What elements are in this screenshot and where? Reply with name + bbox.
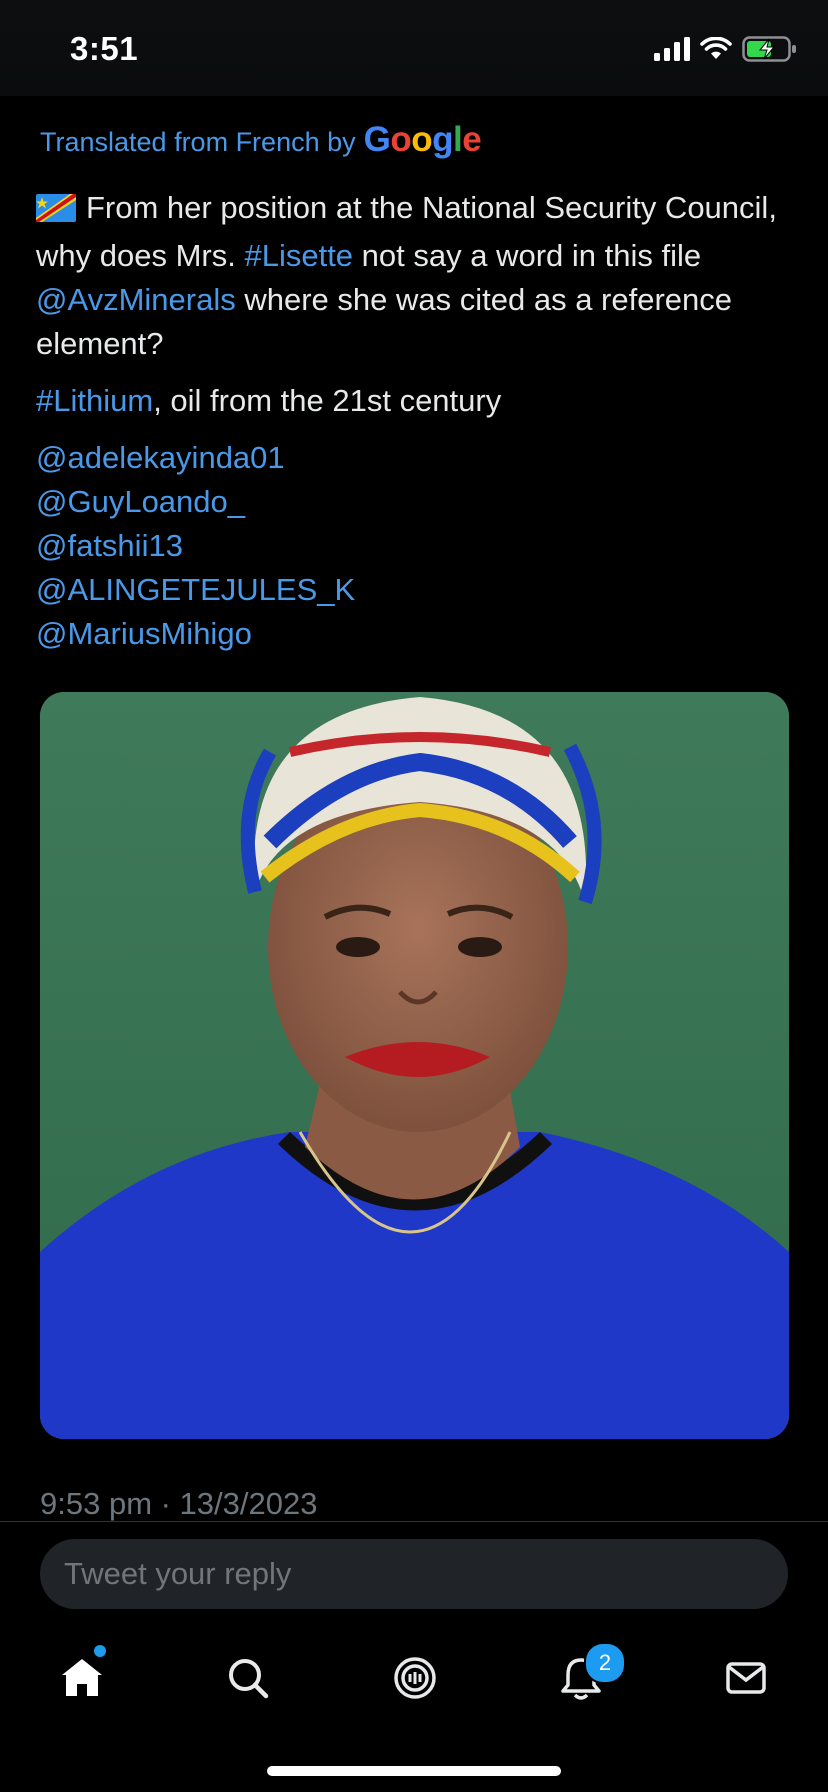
tweet-timestamp: 9:53 pm · 13/3/2023	[40, 1486, 318, 1521]
search-icon	[229, 1659, 269, 1699]
mention-link[interactable]: @MariusMihigo	[36, 612, 796, 656]
bottom-tab-bar	[0, 1630, 828, 1720]
tweet-text: From her position at the National Securi…	[36, 186, 796, 656]
hashtag-lithium-link[interactable]: #Lithium	[36, 383, 153, 418]
divider	[0, 1521, 828, 1522]
mention-link[interactable]: @fatshii13	[36, 524, 796, 568]
tab-search[interactable]	[218, 1648, 278, 1708]
spaces-icon	[394, 1657, 436, 1699]
hashtag-lisette-link[interactable]: #Lisette	[244, 238, 353, 273]
mention-link[interactable]: @GuyLoando_	[36, 480, 796, 524]
portrait-illustration	[40, 692, 789, 1439]
drc-flag-icon	[36, 190, 76, 234]
notifications-badge: 2	[584, 1642, 626, 1684]
tab-messages[interactable]	[716, 1648, 776, 1708]
tweet-photo[interactable]	[40, 692, 789, 1439]
translation-attribution[interactable]: Translated from French by Google	[40, 120, 482, 160]
messages-icon	[726, 1662, 766, 1694]
mention-link[interactable]: @adelekayinda01	[36, 436, 796, 480]
status-time: 3:51	[70, 30, 139, 67]
status-bar: 3:51	[0, 0, 828, 96]
home-indicator[interactable]	[267, 1766, 561, 1776]
signal-icon	[654, 37, 690, 61]
google-logo: Google	[363, 120, 482, 159]
mention-list: @adelekayinda01 @GuyLoando_ @fatshii13 @…	[36, 436, 796, 656]
home-icon	[62, 1659, 102, 1696]
tab-home[interactable]	[52, 1648, 112, 1708]
reply-placeholder: Tweet your reply	[64, 1556, 292, 1591]
wifi-icon	[700, 37, 732, 59]
mention-link[interactable]: @ALINGETEJULES_K	[36, 568, 796, 612]
home-unread-dot	[94, 1645, 106, 1657]
tab-spaces[interactable]	[385, 1648, 445, 1708]
tweet-text-part-2: not say a word in this file	[361, 238, 702, 273]
tweet-text-part-4: , oil from the 21st century	[153, 383, 502, 418]
status-icons	[654, 34, 798, 64]
battery-charging-icon	[742, 36, 796, 62]
reply-input[interactable]: Tweet your reply	[40, 1539, 788, 1609]
mention-avzminerals-link[interactable]: @AvzMinerals	[36, 282, 236, 317]
translation-label: Translated from French by	[40, 127, 356, 157]
